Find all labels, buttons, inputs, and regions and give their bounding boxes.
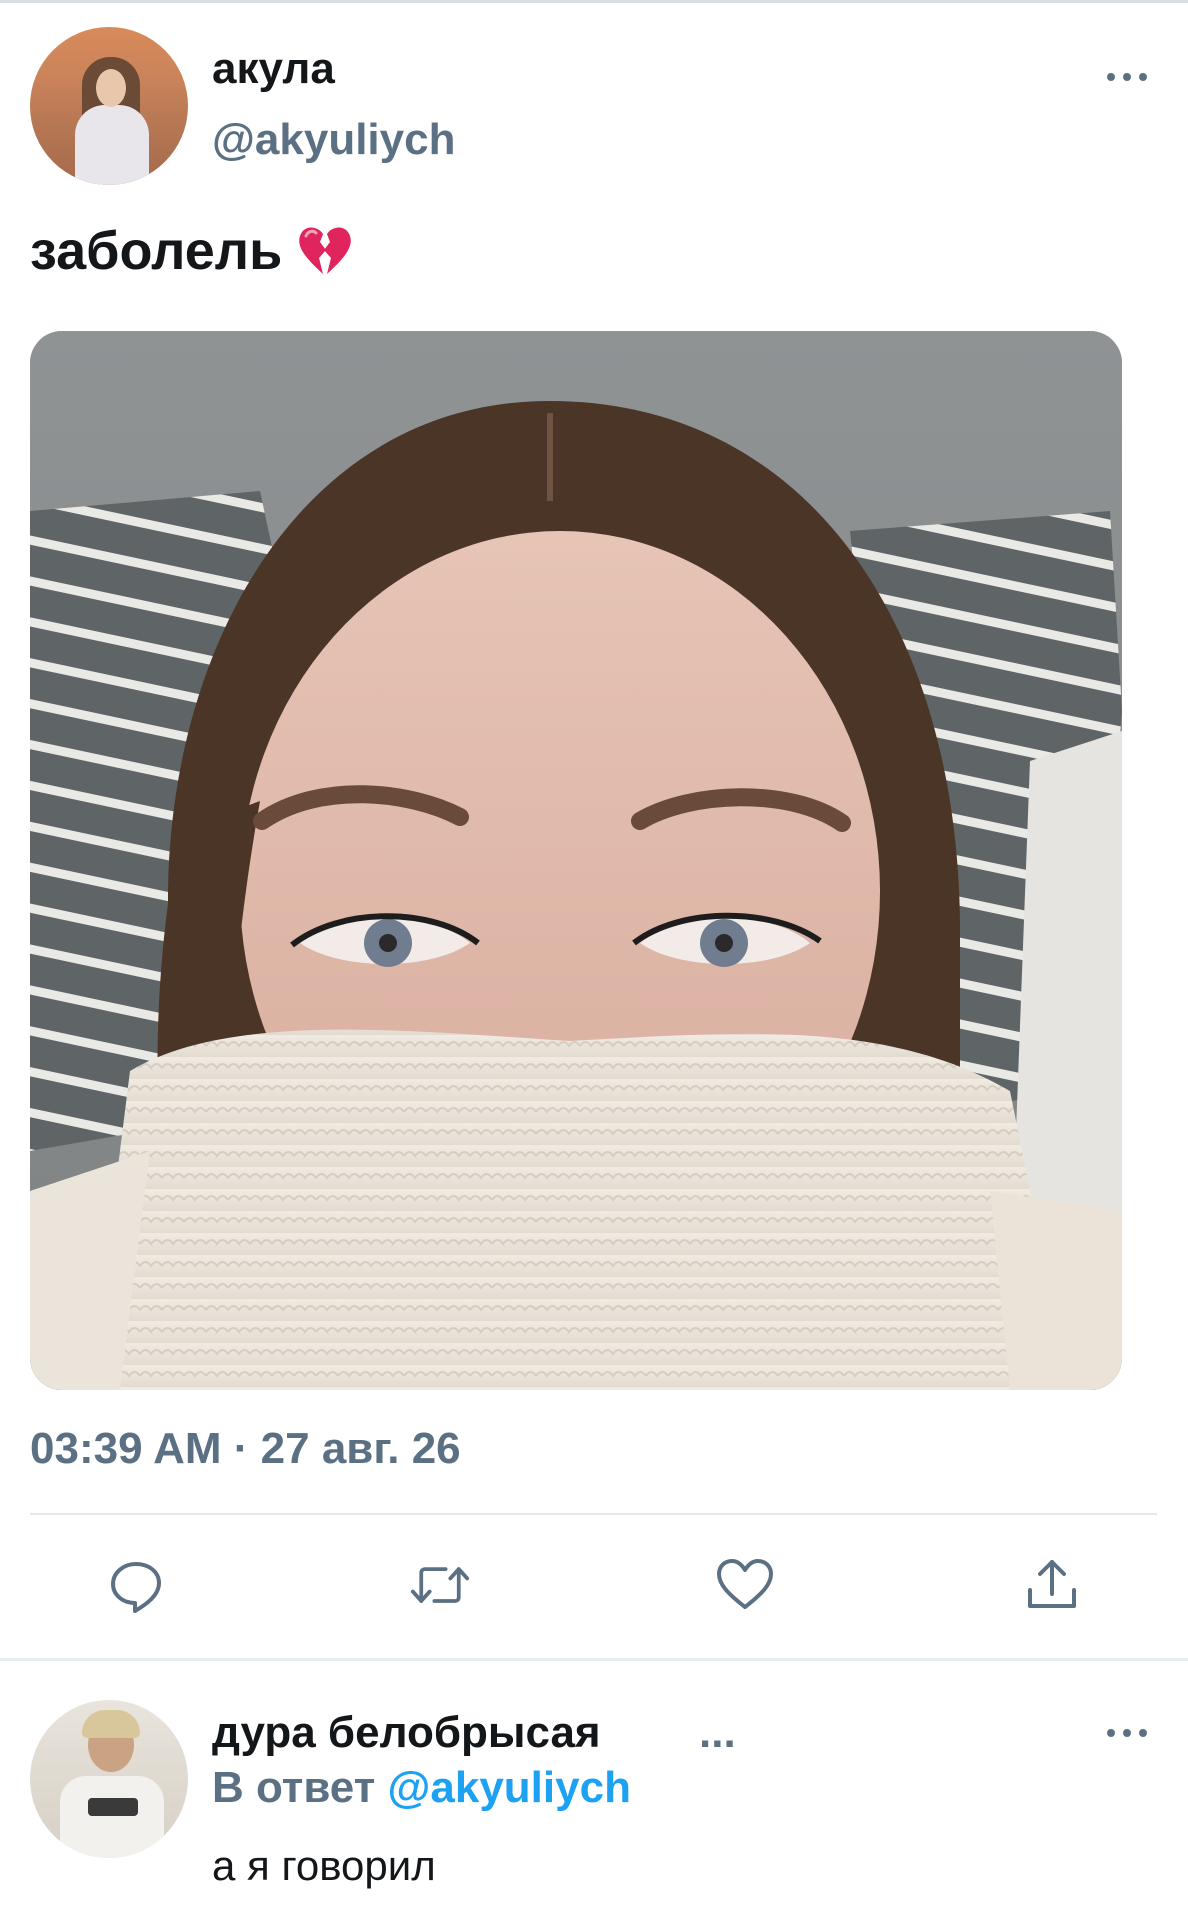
tweet-photo[interactable] xyxy=(30,331,1122,1390)
share-icon xyxy=(1028,1560,1076,1608)
reply-button[interactable] xyxy=(106,1555,166,1615)
share-button[interactable] xyxy=(1022,1555,1082,1615)
retweet-icon xyxy=(410,1567,470,1603)
avatar-figure-body xyxy=(75,105,149,185)
more-options-icon[interactable] xyxy=(1107,71,1147,83)
tweet-timestamp[interactable]: 03:39 AM · 27 авг. 26 xyxy=(30,1424,461,1474)
reply-more-options-icon[interactable] xyxy=(1107,1727,1147,1739)
tweet-text: заболель xyxy=(30,220,354,282)
like-button[interactable] xyxy=(715,1555,775,1615)
broken-heart-emoji-icon xyxy=(296,224,354,278)
tweet-text-content: заболель xyxy=(30,221,283,281)
avatar-figure-body xyxy=(60,1776,164,1858)
reply-icon xyxy=(111,1562,161,1613)
in-reply-handle-link[interactable]: @akyuliych xyxy=(387,1763,630,1812)
author-name[interactable]: акула xyxy=(212,44,335,94)
retweet-button[interactable] xyxy=(410,1555,470,1615)
in-reply-prefix: В ответ xyxy=(212,1763,376,1812)
reply-text: а я говорил xyxy=(212,1842,436,1889)
author-handle[interactable]: @akyuliych xyxy=(212,115,455,165)
avatar-figure-face xyxy=(96,69,126,107)
reply-author-avatar[interactable] xyxy=(30,1700,188,1858)
avatar-shirt-print xyxy=(88,1798,138,1816)
divider xyxy=(30,1513,1157,1515)
reply-name-ellipsis: ... xyxy=(699,1708,736,1757)
heart-icon xyxy=(717,1559,773,1609)
section-divider xyxy=(0,1658,1188,1661)
reply-author-name[interactable]: дура белобрысая xyxy=(212,1708,601,1758)
in-reply-to: В ответ @akyuliych xyxy=(212,1763,631,1813)
avatar-figure-hair xyxy=(82,1710,140,1738)
author-avatar[interactable] xyxy=(30,27,188,185)
top-border xyxy=(0,0,1188,3)
